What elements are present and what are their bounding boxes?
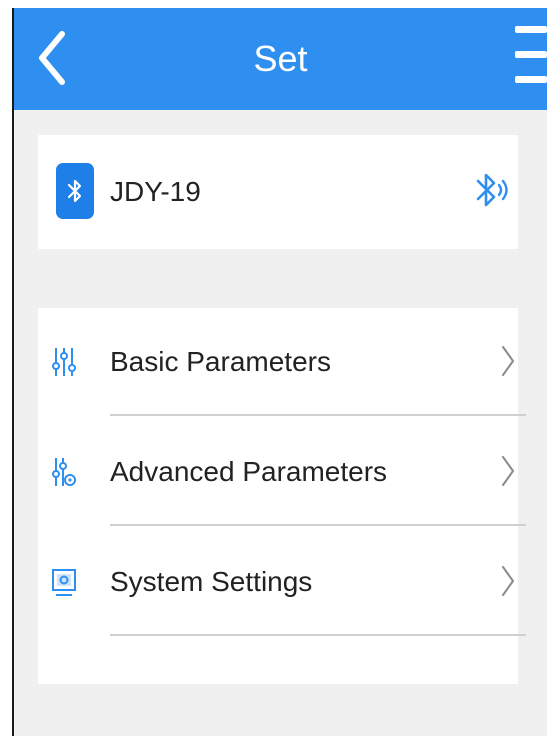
back-button[interactable]: [34, 28, 74, 88]
chevron-right-icon: [502, 346, 514, 376]
settings-list: Basic Parameters Advanced Parameters Sys…: [38, 308, 526, 684]
monitor-settings-icon: [52, 569, 76, 596]
settings-item-label: Basic Parameters: [110, 346, 331, 377]
bluetooth-badge: [56, 163, 94, 219]
bluetooth-connected-icon: [476, 173, 508, 207]
device-card[interactable]: JDY-19: [38, 135, 518, 249]
sliders-icon: [52, 348, 76, 376]
bluetooth-icon: [67, 179, 82, 203]
chevron-left-icon: [39, 31, 65, 85]
chevron-right-icon: [502, 456, 514, 486]
bluetooth-status-button[interactable]: [472, 165, 512, 221]
top-app-bar: Set: [14, 8, 547, 110]
app-screen: Set JDY-19 Basic Parameters Advanced Par…: [12, 8, 547, 736]
settings-item-basic-parameters[interactable]: Basic Parameters: [38, 308, 526, 416]
menu-button[interactable]: [507, 26, 547, 88]
chevron-right-icon: [502, 566, 514, 596]
advanced-sliders-icon: [52, 458, 76, 486]
device-name: JDY-19: [110, 176, 201, 207]
settings-item-label: System Settings: [110, 566, 313, 597]
settings-item-advanced-parameters[interactable]: Advanced Parameters: [38, 418, 526, 526]
divider: [110, 524, 526, 526]
hamburger-menu-icon: [515, 26, 547, 33]
settings-item-system-settings[interactable]: System Settings: [38, 528, 526, 636]
divider: [110, 634, 526, 636]
divider: [110, 414, 526, 416]
settings-item-label: Advanced Parameters: [110, 456, 388, 487]
page-title: Set: [253, 38, 308, 79]
